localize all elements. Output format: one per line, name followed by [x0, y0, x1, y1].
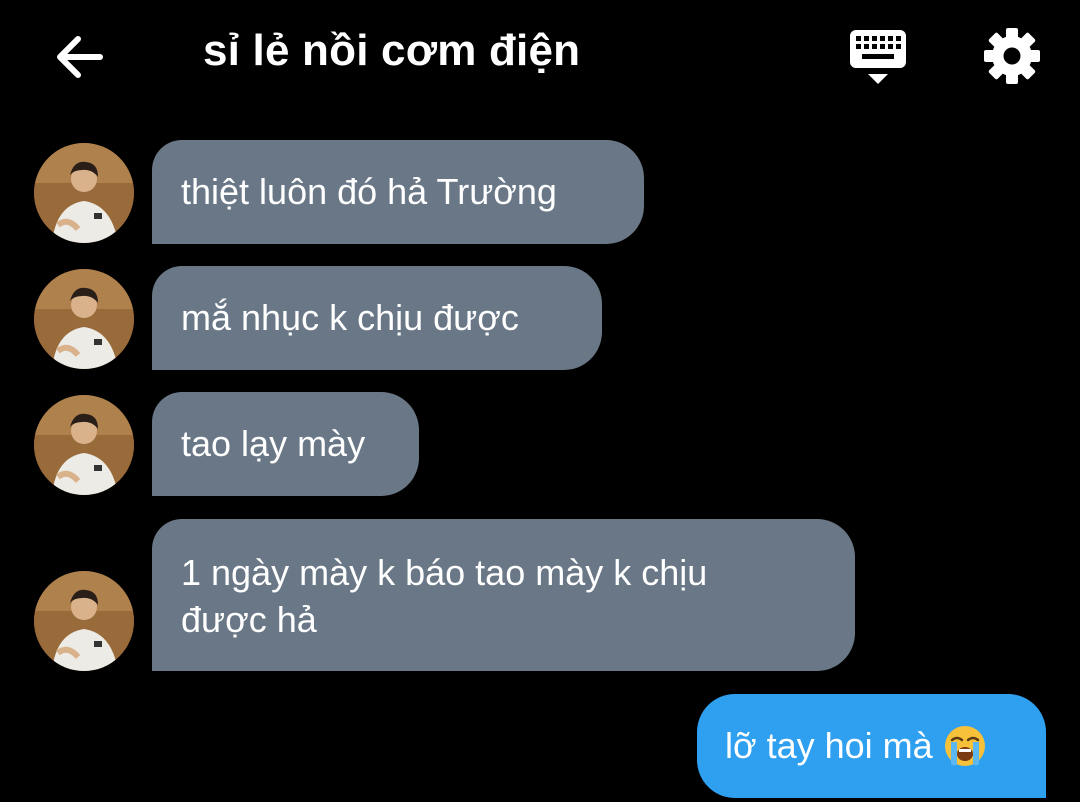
- arrow-left-icon: [57, 36, 103, 78]
- message-text-line: được hả: [181, 599, 317, 640]
- message-row: 1 ngày mày k báo tao mày k chịu được hả: [0, 519, 1080, 671]
- loudly-crying-face-emoji: [944, 726, 985, 766]
- settings-button[interactable]: [982, 26, 1042, 86]
- message-row: tao lạy mày: [0, 392, 1080, 498]
- back-button[interactable]: [52, 30, 106, 84]
- avatar[interactable]: [34, 395, 134, 495]
- chat-header: sỉ lẻ nồi cơm điện: [0, 0, 1080, 110]
- avatar[interactable]: [34, 143, 134, 243]
- message-row: mắ nhục k chịu được: [0, 266, 1080, 372]
- chat-screen: sỉ lẻ nồi cơm điện thiệt luôn đó hả Trườ…: [0, 0, 1080, 802]
- outgoing-message-bubble[interactable]: lỡ tay hoi mà: [697, 694, 1046, 798]
- avatar[interactable]: [34, 571, 134, 671]
- gear-icon: [984, 28, 1040, 84]
- avatar-photo: [34, 395, 134, 495]
- conversation-title: sỉ lẻ nồi cơm điện: [203, 26, 581, 75]
- avatar[interactable]: [34, 269, 134, 369]
- message-text: mắ nhục k chịu được: [181, 297, 519, 338]
- incoming-message-bubble[interactable]: tao lạy mày: [152, 392, 419, 496]
- incoming-message-bubble[interactable]: mắ nhục k chịu được: [152, 266, 602, 370]
- message-text-line: 1 ngày mày k báo tao mày k chịu: [181, 552, 708, 593]
- avatar-photo: [34, 269, 134, 369]
- avatar-photo: [34, 143, 134, 243]
- message-text: lỡ tay hoi mà: [725, 725, 933, 766]
- keyboard-button[interactable]: [846, 26, 910, 88]
- message-row: thiệt luôn đó hả Trường: [0, 140, 1080, 246]
- incoming-message-bubble[interactable]: thiệt luôn đó hả Trường: [152, 140, 644, 244]
- keyboard-icon: [850, 30, 906, 84]
- incoming-message-bubble[interactable]: 1 ngày mày k báo tao mày k chịu được hả: [152, 519, 855, 671]
- message-text: thiệt luôn đó hả Trường: [181, 171, 557, 212]
- message-text: tao lạy mày: [181, 423, 366, 464]
- avatar-photo: [34, 571, 134, 671]
